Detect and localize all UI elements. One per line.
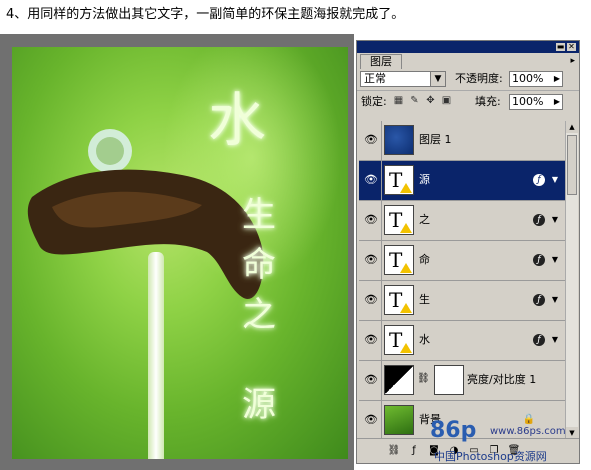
layer-row-ming[interactable]: 👁 T 命 ƒ ▼ [359, 241, 565, 281]
fx-icon[interactable]: ƒ [533, 174, 545, 186]
fx-icon[interactable]: ƒ [533, 214, 545, 226]
poster-char-3: 之 [242, 295, 276, 335]
layer-mask-thumbnail [434, 365, 464, 395]
panel-menu-icon[interactable]: ▸ [570, 56, 575, 66]
chevron-down-icon[interactable]: ▼ [430, 72, 445, 86]
watermark-site-name: 中国Photoshop资源网 [434, 450, 547, 463]
lock-label: 锁定: [361, 95, 387, 108]
visibility-eye-icon[interactable]: 👁 [363, 334, 379, 346]
layer-row-sheng[interactable]: 👁 T 生 ƒ ▼ [359, 281, 565, 321]
fx-icon[interactable]: ƒ [533, 254, 545, 266]
lock-paint-icon[interactable]: ✎ [409, 95, 420, 106]
blend-mode-select[interactable]: 正常 ▼ [360, 71, 446, 87]
poster-char-1: 生 [242, 195, 276, 235]
text-layer-thumbnail: T [384, 205, 414, 235]
opacity-field[interactable]: 100% ▶ [509, 71, 563, 87]
text-layer-thumbnail: T [384, 165, 414, 195]
visibility-eye-icon[interactable]: 👁 [363, 374, 379, 386]
warning-icon [400, 263, 412, 273]
site-watermark: 86p www.86ps.com 中国Photoshop资源网 [430, 418, 590, 468]
scroll-up-icon[interactable]: ▲ [566, 121, 578, 133]
lock-move-icon[interactable]: ✥ [425, 95, 436, 106]
poster-char-2: 命 [242, 245, 276, 285]
expand-effects-icon[interactable]: ▼ [552, 335, 558, 344]
flower-stem [148, 252, 164, 459]
layer-name: 命 [419, 253, 430, 266]
text-layer-thumbnail: T [384, 285, 414, 315]
tab-layers[interactable]: 图层 [360, 54, 402, 69]
expand-effects-icon[interactable]: ▼ [552, 215, 558, 224]
expand-effects-icon[interactable]: ▼ [552, 295, 558, 304]
layer-row-brightness-contrast[interactable]: 👁 ⛓ 亮度/对比度 1 [359, 361, 565, 401]
link-chain-icon[interactable]: ⛓ [417, 373, 430, 384]
layer-row-zhi[interactable]: 👁 T 之 ƒ ▼ [359, 201, 565, 241]
minimize-icon[interactable]: ▬ [556, 43, 565, 51]
layer-name: 水 [419, 333, 430, 346]
layer-name: 亮度/对比度 1 [467, 373, 537, 386]
warning-icon [400, 343, 412, 353]
lock-all-icon[interactable]: ▣ [441, 95, 452, 106]
adjustment-thumbnail [384, 365, 414, 395]
visibility-eye-icon[interactable]: 👁 [363, 134, 379, 146]
opacity-label: 不透明度: [455, 72, 503, 85]
add-style-icon[interactable]: ƒ [407, 444, 421, 458]
layers-panel: ▬ ✕ 图层 ▸ 正常 ▼ 不透明度: 100% ▶ 锁定: ▦ ✎ ✥ ▣ 填… [356, 40, 580, 464]
opacity-arrow-icon[interactable]: ▶ [552, 72, 562, 86]
poster-canvas[interactable]: 水 生 命 之 源 [12, 47, 348, 459]
poster-char-4: 源 [242, 385, 276, 425]
visibility-eye-icon[interactable]: 👁 [363, 174, 379, 186]
watermark-logo: 86p [430, 418, 477, 443]
text-layer-thumbnail: T [384, 245, 414, 275]
fill-label: 填充: [475, 95, 501, 108]
layer-list-scrollbar[interactable]: ▲ ▼ [565, 121, 578, 439]
warning-icon [400, 303, 412, 313]
text-layer-thumbnail: T [384, 325, 414, 355]
expand-effects-icon[interactable]: ▼ [552, 255, 558, 264]
watermark-url: www.86ps.com [490, 426, 566, 437]
layer-name: 之 [419, 213, 430, 226]
layer-thumbnail [384, 125, 414, 155]
fx-icon[interactable]: ƒ [533, 334, 545, 346]
layer-list: 👁 图层 1 👁 T 源 ƒ ▼ 👁 T 之 ƒ ▼ 👁 T 命 ƒ ▼ 👁 T… [359, 121, 565, 439]
visibility-eye-icon[interactable]: 👁 [363, 294, 379, 306]
layer-name: 生 [419, 293, 430, 306]
link-layers-icon[interactable]: ⛓ [387, 444, 401, 458]
close-icon[interactable]: ✕ [567, 43, 576, 51]
fill-arrow-icon[interactable]: ▶ [552, 95, 562, 109]
visibility-eye-icon[interactable]: 👁 [363, 214, 379, 226]
visibility-eye-icon[interactable]: 👁 [363, 254, 379, 266]
background-thumbnail [384, 405, 414, 435]
tutorial-caption: 4、用同样的方法做出其它文字，一副简单的环保主题海报就完成了。 [6, 7, 405, 22]
fill-field[interactable]: 100% ▶ [509, 94, 563, 110]
visibility-eye-icon[interactable]: 👁 [363, 414, 379, 426]
leaf-illustration [27, 129, 264, 299]
scrollbar-thumb[interactable] [567, 135, 577, 195]
poster-title-char: 水 [208, 86, 267, 154]
layer-row-shui[interactable]: 👁 T 水 ƒ ▼ [359, 321, 565, 361]
fx-icon[interactable]: ƒ [533, 294, 545, 306]
panel-titlebar[interactable]: ▬ ✕ [357, 41, 579, 53]
layer-row-layer1[interactable]: 👁 图层 1 [359, 121, 565, 161]
lock-transparency-icon[interactable]: ▦ [393, 95, 404, 106]
layer-name: 图层 1 [419, 133, 452, 146]
warning-icon [400, 183, 412, 193]
layer-row-source[interactable]: 👁 T 源 ƒ ▼ [359, 161, 565, 201]
expand-effects-icon[interactable]: ▼ [552, 175, 558, 184]
layer-name: 源 [419, 173, 430, 186]
warning-icon [400, 223, 412, 233]
